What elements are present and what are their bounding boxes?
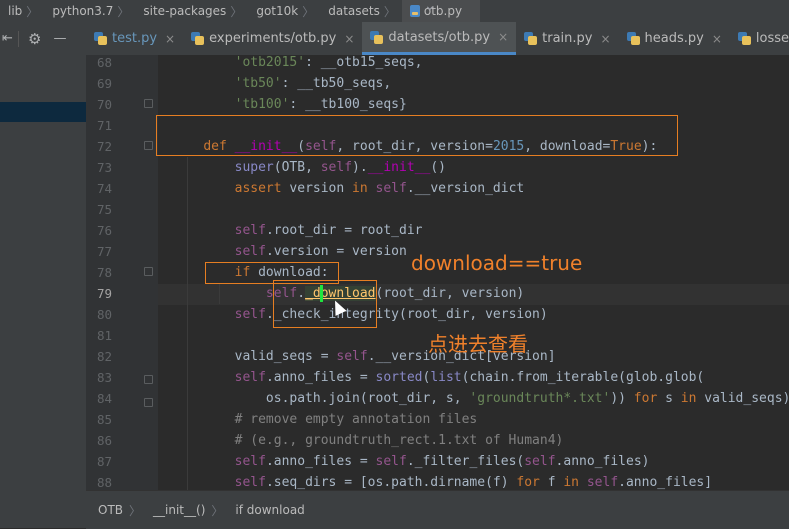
status-breadcrumb-method[interactable]: __init__() — [141, 503, 211, 517]
tab-datasets-otb-py[interactable]: datasets/otb.py × — [362, 22, 517, 55]
line-number: 80 — [96, 307, 112, 322]
editor-gutter: 68 69 70 71 72 73 74 75 76 77 78 79 80 8… — [86, 55, 158, 490]
close-icon[interactable]: × — [165, 32, 175, 46]
line-number: 68 — [96, 55, 112, 70]
code-line: 'otb2015': __otb15_seqs, — [234, 55, 423, 70]
editor-tabbar: test.py × experiments/otb.py × datasets/… — [86, 22, 789, 56]
tab-heads-py[interactable]: heads.py × — [619, 22, 730, 55]
close-icon[interactable]: × — [344, 32, 354, 46]
python-file-icon — [409, 5, 420, 17]
python-file-icon — [524, 32, 538, 45]
tab-test-py[interactable]: test.py × — [86, 22, 183, 55]
code-line: self.anno_files = sorted(list(chain.from… — [234, 370, 705, 385]
project-panel: ⇤ ⚙ — — [0, 22, 86, 528]
python-file-icon — [370, 30, 384, 44]
breadcrumb-separator: 〉 — [302, 4, 315, 19]
code-line: self.seq_dirs = [os.path.dirname(f) for … — [234, 475, 713, 490]
python-file-icon — [626, 32, 640, 45]
python-file-icon — [737, 32, 751, 45]
status-breadcrumb-block[interactable]: if download — [223, 503, 310, 517]
divider — [18, 30, 19, 47]
fold-marker-icon[interactable] — [144, 99, 153, 108]
breadcrumb-separator: 〉 — [211, 503, 224, 518]
line-number: 71 — [96, 118, 112, 133]
code-line: 'tb50': __tb50_seqs, — [234, 76, 392, 91]
breadcrumb-separator: 〉 — [26, 4, 39, 19]
line-number: 87 — [96, 454, 112, 469]
gear-icon[interactable]: ⚙ — [28, 30, 41, 48]
annotation-box-init — [156, 115, 678, 156]
line-number: 76 — [96, 223, 112, 238]
breadcrumb-item-datasets[interactable]: datasets 〉 — [320, 3, 402, 20]
breadcrumb-item-got10k[interactable]: got10k 〉 — [248, 3, 320, 20]
tab-experiments-otb-py[interactable]: experiments/otb.py × — [183, 22, 362, 55]
breadcrumb: lib 〉 python3.7 〉 site-packages 〉 got10k 〉 d… — [0, 0, 789, 22]
fold-marker-icon[interactable] — [144, 141, 153, 150]
breadcrumb-separator: 〉 — [129, 503, 142, 518]
selected-tree-item[interactable] — [0, 102, 86, 122]
minimize-button[interactable]: — — [53, 31, 66, 46]
code-line: # (e.g., groundtruth_rect.1.txt of Human… — [234, 433, 564, 448]
breadcrumb-separator: 〉 — [230, 4, 243, 19]
line-number: 78 — [96, 265, 112, 280]
project-panel-toolbar: ⇤ ⚙ — — [0, 22, 86, 55]
line-number: 74 — [96, 181, 112, 196]
fold-marker-icon[interactable] — [144, 398, 153, 407]
line-number: 70 — [96, 97, 112, 112]
annotation-download-true: download==true — [411, 251, 583, 275]
annotation-click-into: 点进去查看 — [428, 332, 528, 356]
tab-train-py[interactable]: train.py × — [516, 22, 618, 55]
python-file-icon — [94, 32, 107, 45]
python-file-icon — [191, 32, 205, 45]
chevron-down-icon[interactable]: ⌄ — [424, 0, 436, 14]
code-line: assert version in self.__version_dict — [234, 181, 525, 196]
fold-marker-icon[interactable] — [144, 375, 153, 384]
collapse-icon[interactable]: ⇤ — [2, 31, 14, 46]
editor-breadcrumb-bar: OTB 〉 __init__() 〉 if download — [86, 490, 789, 529]
annotation-box-download-call — [273, 280, 377, 328]
code-line: # remove empty annotation files — [234, 412, 478, 427]
text-caret — [320, 285, 323, 302]
tab-losses-py[interactable]: losses.py × — [730, 22, 789, 55]
line-number: 75 — [96, 202, 112, 217]
line-number: 69 — [96, 76, 112, 91]
line-number: 84 — [96, 391, 112, 406]
code-line: self.anno_files = self._filter_files(sel… — [234, 454, 650, 469]
breadcrumb-item-python[interactable]: python3.7 〉 — [44, 3, 135, 20]
line-number: 86 — [96, 433, 112, 448]
fold-marker-icon[interactable] — [144, 267, 153, 276]
code-line: self._check_integrity(root_dir, version) — [234, 307, 548, 322]
breadcrumb-item-file[interactable]: otb.py — [401, 0, 481, 22]
line-number: 81 — [96, 328, 112, 343]
line-number: 85 — [96, 412, 112, 427]
code-line-current: self._download(root_dir, version) — [265, 286, 525, 301]
code-line: super(OTB, self).__init__() — [234, 160, 446, 175]
line-number: 82 — [96, 349, 112, 364]
line-number: 83 — [96, 370, 112, 385]
breadcrumb-item-site-packages[interactable]: site-packages 〉 — [135, 3, 248, 20]
code-line: self.root_dir = root_dir — [234, 223, 423, 238]
line-number: 73 — [96, 160, 112, 175]
line-number: 88 — [96, 475, 112, 490]
line-number-current: 79 — [96, 286, 112, 301]
code-line: 'tb100': __tb100_seqs} — [234, 97, 407, 112]
line-number: 77 — [96, 244, 112, 259]
code-line: os.path.join(root_dir, s, 'groundtruth*.… — [172, 391, 789, 406]
close-icon[interactable]: × — [498, 30, 508, 44]
close-icon[interactable]: × — [712, 32, 722, 46]
breadcrumb-separator: 〉 — [117, 4, 130, 19]
breadcrumb-separator: 〉 — [383, 4, 396, 19]
breadcrumb-item-lib[interactable]: lib 〉 — [0, 3, 44, 20]
close-icon[interactable]: × — [600, 32, 610, 46]
status-breadcrumb-class[interactable]: OTB — [86, 503, 129, 517]
line-number: 72 — [96, 139, 112, 154]
